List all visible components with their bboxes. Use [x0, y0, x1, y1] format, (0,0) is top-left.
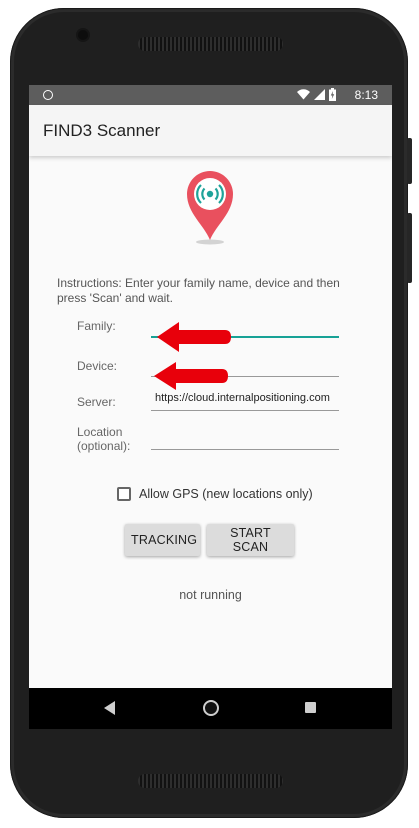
notification-dot-icon [43, 90, 53, 100]
home-icon[interactable] [203, 700, 219, 716]
app-title: FIND3 Scanner [43, 121, 161, 140]
family-label: Family: [77, 319, 116, 333]
allow-gps-checkbox[interactable] [117, 487, 131, 501]
top-speaker [138, 37, 283, 51]
back-icon[interactable] [104, 701, 115, 715]
device-label: Device: [77, 359, 118, 373]
location-input[interactable] [151, 426, 339, 448]
location-pin-wireless-icon [187, 171, 233, 245]
status-bar: 8:13 [29, 85, 392, 105]
app-bar: FIND3 Scanner [29, 105, 392, 156]
phone-screen: 8:13 FIND3 Scanner Instructions: Enter y… [29, 85, 392, 729]
server-label: Server: [77, 395, 116, 409]
location-label-line2: (optional): [77, 439, 131, 453]
tracking-button[interactable]: TRACKING [125, 524, 200, 556]
power-button [407, 138, 412, 184]
volume-button [407, 213, 412, 283]
allow-gps-label: Allow GPS (new locations only) [139, 487, 313, 501]
allow-gps-row[interactable]: Allow GPS (new locations only) [117, 487, 313, 501]
recent-apps-icon[interactable] [305, 702, 316, 713]
clock: 8:13 [354, 88, 378, 102]
instructions-text: Instructions: Enter your family name, de… [57, 276, 340, 305]
status-icons [297, 88, 336, 101]
start-scan-button[interactable]: START SCAN [207, 524, 294, 556]
location-label-line1: Location [77, 425, 123, 439]
server-input-underline [151, 410, 339, 411]
scan-status-text: not running [179, 588, 242, 602]
front-camera [78, 30, 88, 40]
annotation-arrow-family [157, 322, 231, 352]
wifi-icon [297, 89, 310, 100]
bottom-speaker [138, 774, 283, 788]
annotation-arrow-device [154, 362, 228, 390]
main-content: Instructions: Enter your family name, de… [29, 156, 392, 688]
location-input-underline [151, 449, 339, 450]
location-label: Location (optional): [77, 425, 130, 453]
battery-charging-icon [329, 88, 336, 101]
navigation-bar [29, 688, 392, 729]
cellular-signal-icon [314, 89, 325, 100]
